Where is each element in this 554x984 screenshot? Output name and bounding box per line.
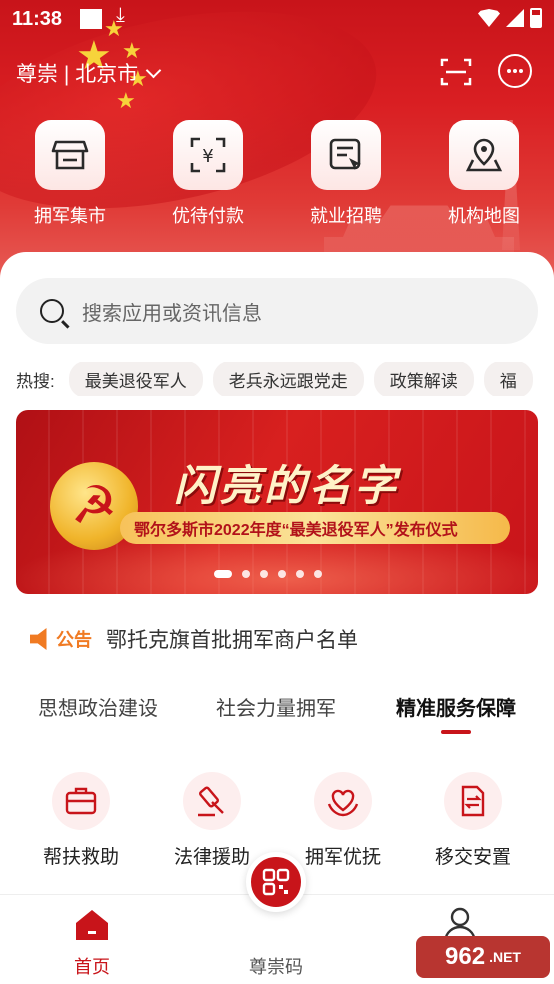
- quick-link-jobs[interactable]: 就业招聘: [310, 120, 382, 228]
- watermark-suffix: .NET: [489, 949, 521, 965]
- quick-link-label: 拥军集市: [34, 206, 106, 226]
- tab-precise-service[interactable]: 精准服务保障: [396, 692, 516, 734]
- quick-link-store[interactable]: 拥军集市: [34, 120, 106, 228]
- service-label: 移交安置: [434, 847, 511, 868]
- download-icon: ⤓: [116, 4, 125, 26]
- search-placeholder: 搜索应用或资讯信息: [82, 302, 262, 325]
- briefcase-icon: [65, 787, 97, 815]
- nav-code-label: 尊崇码: [249, 957, 303, 977]
- star-icon: ★: [116, 88, 136, 113]
- carousel-dot[interactable]: [296, 570, 304, 578]
- location-selector[interactable]: 尊崇 | 北京市: [16, 58, 162, 88]
- job-form-icon: [329, 138, 361, 170]
- service-preferential-care[interactable]: 拥军优抚: [288, 772, 398, 869]
- carousel-dot[interactable]: [278, 570, 286, 578]
- service-label: 拥军优抚: [304, 847, 381, 868]
- tab-ideology[interactable]: 思想政治建设: [38, 692, 158, 721]
- carousel-dot[interactable]: [242, 570, 250, 578]
- notice-tag-label: 公告: [56, 630, 92, 650]
- qr-code-icon: [262, 868, 290, 896]
- message-icon[interactable]: [498, 54, 532, 88]
- hot-search-chip[interactable]: 老兵永远跟党走: [212, 362, 364, 396]
- quick-link-label: 就业招聘: [310, 206, 382, 226]
- hot-search-chip[interactable]: 最美退役军人: [68, 362, 203, 396]
- map-pin-icon: [465, 138, 503, 172]
- quick-link-label: 机构地图: [448, 206, 520, 226]
- scan-pay-icon: ¥: [190, 137, 226, 173]
- hot-search-chip[interactable]: 福: [483, 362, 533, 396]
- notification-square-icon: [80, 9, 102, 29]
- scan-icon[interactable]: [440, 56, 472, 88]
- quick-link-label: 优待付款: [172, 206, 244, 226]
- category-tabs: 思想政治建设 社会力量拥军 精准服务保障: [0, 692, 554, 738]
- banner-ribbon: 鄂尔多斯市2022年度“最美退役军人”发布仪式: [120, 512, 510, 544]
- banner-subtitle: 鄂尔多斯市2022年度“最美退役军人”发布仪式: [134, 522, 458, 539]
- service-label: 帮扶救助: [42, 847, 119, 868]
- tab-label: 精准服务保障: [396, 698, 516, 720]
- carousel-dot-active[interactable]: [214, 570, 232, 578]
- qr-code-button[interactable]: [246, 852, 306, 912]
- status-bar: 11:38 ⤓: [0, 0, 554, 38]
- svg-text:¥: ¥: [202, 146, 213, 167]
- tab-active-indicator: [441, 730, 471, 734]
- battery-icon: [530, 8, 542, 28]
- wifi-icon: [478, 9, 500, 27]
- watermark-logo: 962 .NET: [416, 936, 550, 978]
- service-legal-aid[interactable]: 法律援助: [157, 772, 267, 869]
- chevron-down-icon: [145, 62, 162, 78]
- quick-link-pay[interactable]: ¥ 优待付款: [172, 120, 244, 228]
- heart-hands-icon: [327, 789, 359, 817]
- tab-label: 社会力量拥军: [216, 698, 336, 720]
- home-icon: [76, 910, 108, 940]
- search-icon: [40, 299, 64, 323]
- signal-icon: [506, 9, 524, 27]
- nav-home-label: 首页: [74, 957, 110, 977]
- hot-search-label: 热搜:: [16, 371, 55, 391]
- notice-text: 鄂托克旗首批拥军商户名单: [106, 629, 358, 652]
- service-assistance[interactable]: 帮扶救助: [26, 772, 136, 869]
- service-transfer-placement[interactable]: 移交安置: [418, 772, 528, 869]
- notice-tag: 公告: [30, 626, 92, 652]
- transfer-doc-icon: [461, 785, 485, 817]
- status-time: 11:38: [12, 8, 63, 30]
- carousel-dots[interactable]: [214, 570, 322, 578]
- notice-bar[interactable]: 公告 鄂托克旗首批拥军商户名单: [30, 624, 358, 654]
- promo-banner[interactable]: ☭ 闪亮的名字 鄂尔多斯市2022年度“最美退役军人”发布仪式: [16, 410, 538, 594]
- speaker-icon: [30, 628, 47, 650]
- watermark-text: 962: [445, 943, 486, 970]
- status-icons: [478, 8, 542, 28]
- tab-social-support[interactable]: 社会力量拥军: [216, 692, 336, 721]
- store-icon: [51, 140, 89, 170]
- gavel-icon: [198, 786, 224, 817]
- banner-title: 闪亮的名字: [174, 462, 400, 509]
- hot-search-chip[interactable]: 政策解读: [373, 362, 474, 396]
- hot-search: 热搜: 最美退役军人 老兵永远跟党走 政策解读 福: [16, 362, 554, 396]
- quick-link-map[interactable]: 机构地图: [448, 120, 520, 228]
- carousel-dot[interactable]: [260, 570, 268, 578]
- search-bar[interactable]: 搜索应用或资讯信息: [16, 278, 538, 344]
- location-label: 尊崇 | 北京市: [16, 63, 139, 86]
- tab-label: 思想政治建设: [38, 698, 158, 720]
- carousel-dot[interactable]: [314, 570, 322, 578]
